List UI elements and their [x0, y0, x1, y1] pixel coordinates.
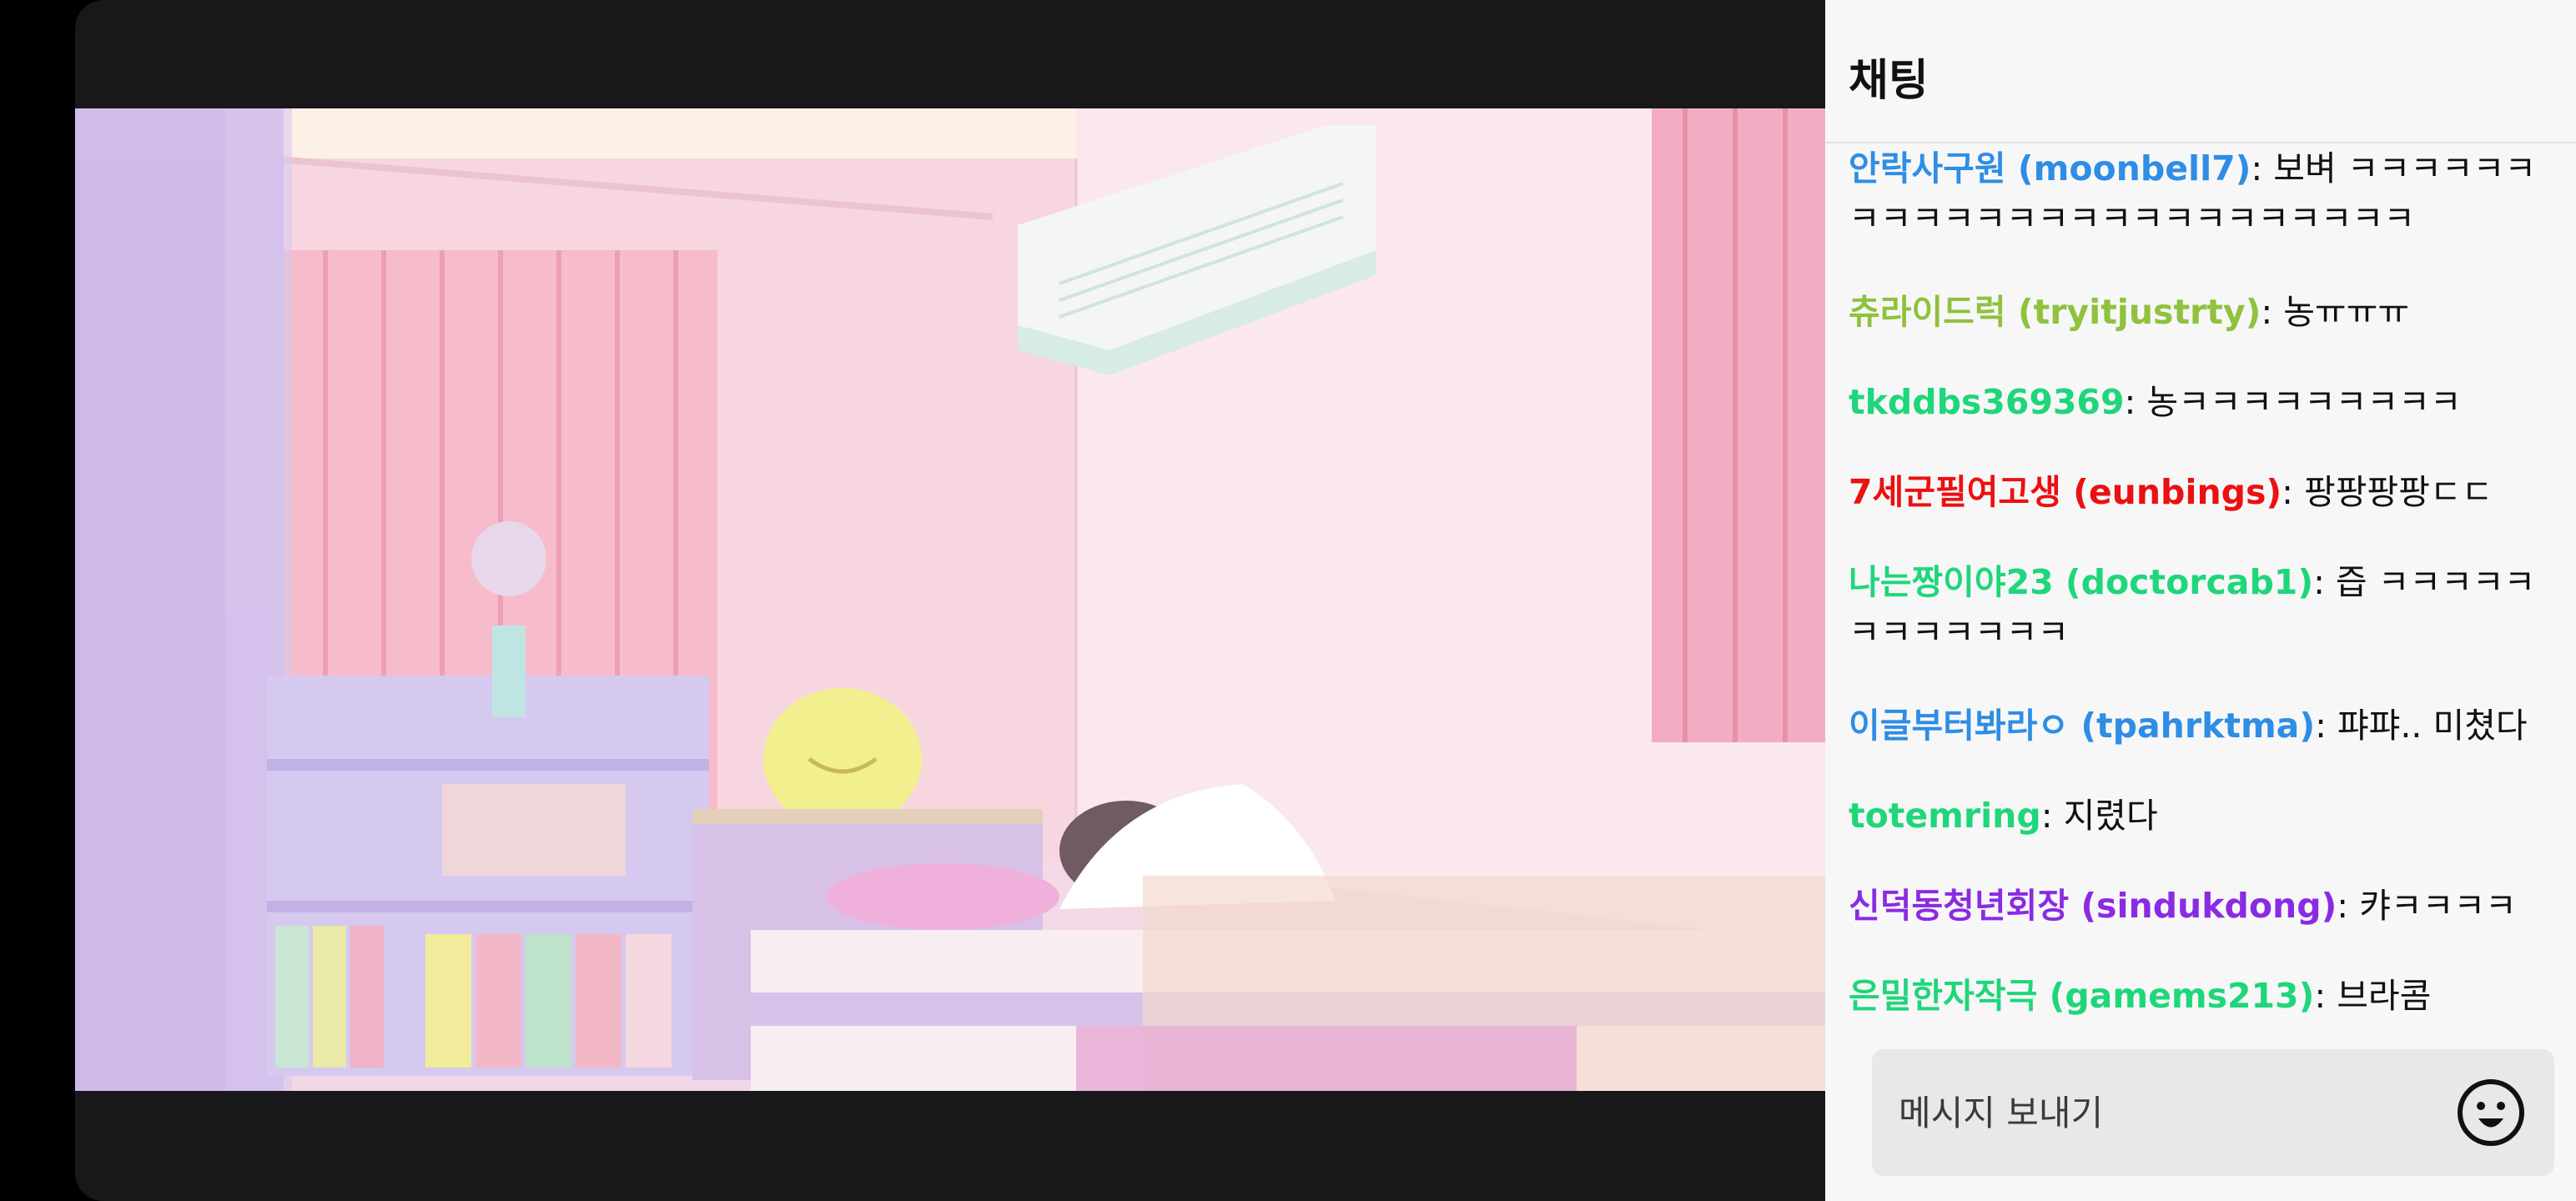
chat-message: 신덕동청년회장 (sindukdong): 캬ㅋㅋㅋㅋ — [1849, 881, 2541, 931]
chat-username[interactable]: 은밀한자작극 (gamems213) — [1849, 976, 2314, 1016]
chat-message-text: 브라콤 — [2337, 976, 2432, 1016]
chat-message: tkddbs369369: 농ㅋㅋㅋㅋㅋㅋㅋㅋㅋ — [1849, 377, 2541, 427]
chat-username[interactable]: tkddbs369369 — [1849, 382, 2124, 422]
chat-separator: : — [2251, 148, 2274, 188]
chat-username[interactable]: 신덕동청년회장 (sindukdong) — [1849, 886, 2337, 926]
video-scene-image — [75, 108, 1825, 1091]
chat-message-text: 농ㅠㅠㅠ — [2283, 292, 2410, 332]
chat-message-text: 지렸다 — [2063, 796, 2158, 836]
chat-message-text: 농ㅋㅋㅋㅋㅋㅋㅋㅋㅋ — [2146, 382, 2462, 422]
chat-composer — [1872, 1049, 2554, 1176]
chat-message-text: 캬ㅋㅋㅋㅋ — [2359, 886, 2517, 926]
chat-separator: : — [2315, 706, 2337, 746]
video-frame[interactable] — [75, 108, 1825, 1091]
chat-message: 나는짱이야23 (doctorcab1): 즙 ㅋㅋㅋㅋㅋㅋㅋㅋㅋㅋㅋㅋ — [1849, 557, 2541, 657]
chat-header: 채팅 — [1825, 0, 2576, 143]
chat-separator: : — [2282, 472, 2304, 512]
chat-separator: : — [2314, 976, 2337, 1016]
video-player[interactable] — [75, 0, 1825, 1201]
chat-title: 채팅 — [1849, 56, 1929, 106]
chat-separator: : — [2337, 886, 2360, 926]
chat-separator: : — [2124, 382, 2147, 422]
chat-message: 은밀한자작극 (gamems213): 브라콤 — [1849, 971, 2541, 1019]
chat-username[interactable]: 안락사구원 (moonbell7) — [1849, 148, 2251, 188]
chat-message: totemring: 지렸다 — [1849, 791, 2541, 841]
chat-username[interactable]: 츄라이드럭 (tryitjustrty) — [1849, 292, 2261, 332]
chat-username[interactable]: 7세군필여고생 (eunbings) — [1849, 472, 2282, 512]
chat-username[interactable]: totemring — [1849, 796, 2041, 836]
chat-separator: : — [2040, 796, 2064, 836]
chat-username[interactable]: 나는짱이야23 (doctorcab1) — [1849, 562, 2313, 602]
chat-message-text: 퍄퍄.. 미쳤다 — [2337, 706, 2528, 746]
chat-message: 안락사구원 (moonbell7): 보벼 ㅋㅋㅋㅋㅋㅋㅋㅋㅋㅋㅋㅋㅋㅋㅋㅋㅋㅋ… — [1849, 143, 2541, 244]
chat-separator: : — [2261, 292, 2284, 332]
smiley-face-icon[interactable] — [2456, 1078, 2526, 1148]
chat-message: 이글부터봐라ㅇ (tpahrktma): 퍄퍄.. 미쳤다 — [1849, 701, 2541, 751]
chat-separator: : — [2313, 562, 2336, 602]
chat-message: 츄라이드럭 (tryitjustrty): 농ㅠㅠㅠ — [1849, 287, 2541, 337]
chat-username[interactable]: 이글부터봐라ㅇ (tpahrktma) — [1849, 706, 2315, 746]
chat-message-list[interactable]: 안락사구원 (moonbell7): 보벼 ㅋㅋㅋㅋㅋㅋㅋㅋㅋㅋㅋㅋㅋㅋㅋㅋㅋㅋ… — [1849, 143, 2566, 1019]
chat-message-text: 팡팡팡팡ㄷㄷ — [2303, 472, 2493, 512]
chat-panel: 채팅 안락사구원 (moonbell7): 보벼 ㅋㅋㅋㅋㅋㅋㅋㅋㅋㅋㅋㅋㅋㅋㅋ… — [1825, 0, 2576, 1201]
chat-message-input[interactable] — [1872, 1049, 2456, 1176]
chat-message: 7세군필여고생 (eunbings): 팡팡팡팡ㄷㄷ — [1849, 467, 2541, 517]
